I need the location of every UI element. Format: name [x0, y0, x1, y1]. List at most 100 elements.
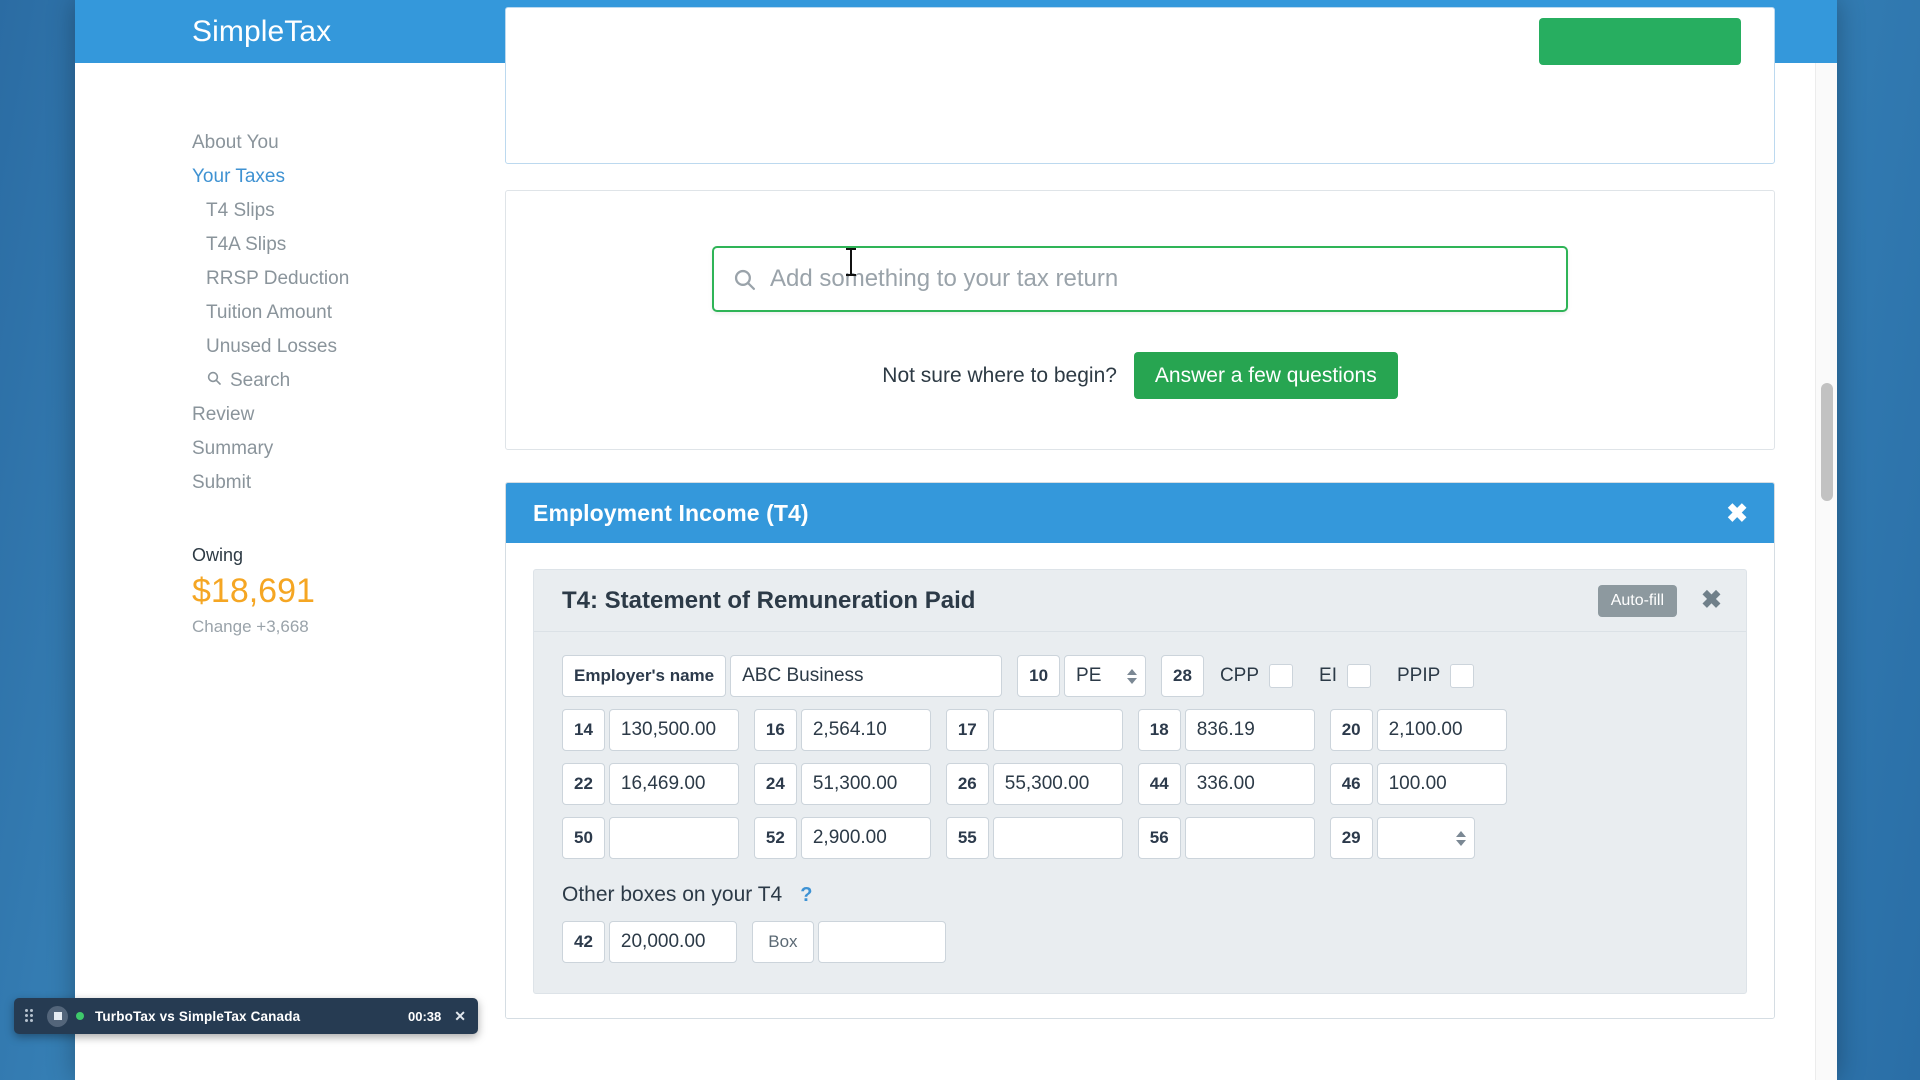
- box-number-46: 46: [1330, 763, 1373, 805]
- other-box-number-input[interactable]: Box: [752, 921, 814, 963]
- other-boxes-header: Other boxes on your T4 ?: [562, 883, 1718, 907]
- box-input-16[interactable]: 2,564.10: [801, 709, 931, 751]
- t4-slip: T4: Statement of Remuneration Paid Auto-…: [533, 569, 1747, 994]
- box-number-29: 29: [1330, 817, 1373, 859]
- box-number-28: 28: [1161, 655, 1204, 697]
- box-input-50[interactable]: [609, 817, 739, 859]
- screen-recorder-widget[interactable]: TurboTax vs SimpleTax Canada 00:38 ✕: [14, 998, 478, 1034]
- owing-amount: $18,691: [192, 568, 405, 614]
- close-icon[interactable]: ✕: [454, 1008, 466, 1025]
- slip-header: T4: Statement of Remuneration Paid Auto-…: [534, 570, 1746, 632]
- box-number-26: 26: [946, 763, 989, 805]
- sidebar-item-review[interactable]: Review: [75, 398, 405, 432]
- box-input-56[interactable]: [1185, 817, 1315, 859]
- sidebar-item-unused-losses[interactable]: Unused Losses: [75, 330, 405, 364]
- panel-header: Employment Income (T4) ✖: [506, 483, 1774, 543]
- stop-icon[interactable]: [47, 1006, 68, 1027]
- box-number-22: 22: [562, 763, 605, 805]
- panel-title: Employment Income (T4): [533, 500, 809, 527]
- box-input-29[interactable]: [1377, 817, 1475, 859]
- panel-close-icon[interactable]: ✖: [1726, 500, 1748, 526]
- begin-helper-text: Not sure where to begin?: [882, 364, 1117, 388]
- stepper-icon: [1127, 669, 1137, 684]
- box-number-14: 14: [562, 709, 605, 751]
- scrollbar-thumb[interactable]: [1821, 383, 1833, 501]
- clipped-primary-button[interactable]: [1539, 18, 1741, 65]
- box-input-26[interactable]: 55,300.00: [993, 763, 1123, 805]
- slip-row-2: 22 16,469.00 24 51,300.00 26 55,300.00 4…: [562, 763, 1718, 805]
- ppip-label: PPIP: [1397, 665, 1440, 687]
- box-input-22[interactable]: 16,469.00: [609, 763, 739, 805]
- sidebar-item-t4-slips[interactable]: T4 Slips: [75, 194, 405, 228]
- box-input-17[interactable]: [993, 709, 1123, 751]
- employer-name-label: Employer's name: [562, 655, 726, 697]
- box-input-44[interactable]: 336.00: [1185, 763, 1315, 805]
- province-select[interactable]: PE: [1064, 655, 1146, 697]
- other-box-input-42[interactable]: 20,000.00: [609, 921, 737, 963]
- slip-row-3: 50 52 2,900.00 55 56 29: [562, 817, 1718, 859]
- slip-close-icon[interactable]: ✖: [1701, 588, 1722, 613]
- sidebar-search-label: Search: [230, 364, 290, 398]
- slip-title: T4: Statement of Remuneration Paid: [562, 587, 975, 615]
- sidebar-item-summary[interactable]: Summary: [75, 432, 405, 466]
- slip-row-1: 14 130,500.00 16 2,564.10 17 18 836.19 2…: [562, 709, 1718, 751]
- exempt-checkbox-group: CPP EI PPIP: [1220, 664, 1474, 688]
- province-value: PE: [1076, 665, 1101, 687]
- auto-fill-button[interactable]: Auto-fill: [1598, 585, 1677, 617]
- owing-label: Owing: [192, 542, 405, 568]
- search-input[interactable]: Add something to your tax return: [712, 246, 1568, 312]
- box-input-24[interactable]: 51,300.00: [801, 763, 931, 805]
- answer-questions-button[interactable]: Answer a few questions: [1134, 352, 1398, 399]
- box-number-18: 18: [1138, 709, 1181, 751]
- sidebar-item-t4a-slips[interactable]: T4A Slips: [75, 228, 405, 262]
- ei-label: EI: [1319, 665, 1337, 687]
- recorder-timer: 00:38: [408, 1009, 441, 1024]
- other-box-value-input[interactable]: [818, 921, 946, 963]
- box-input-14[interactable]: 130,500.00: [609, 709, 739, 751]
- ppip-checkbox[interactable]: [1450, 664, 1474, 688]
- box-number-16: 16: [754, 709, 797, 751]
- browser-window: SimpleTax Allison’s 2017 tax return: [75, 0, 1837, 1080]
- other-box-number-42: 42: [562, 921, 605, 963]
- page-content: About You Your Taxes T4 Slips T4A Slips …: [75, 63, 1837, 1080]
- employer-name-input[interactable]: ABC Business: [730, 655, 1002, 697]
- question-mark-icon[interactable]: ?: [800, 884, 812, 907]
- search-placeholder: Add something to your tax return: [770, 265, 1118, 293]
- box-number-10: 10: [1017, 655, 1060, 697]
- box-input-18[interactable]: 836.19: [1185, 709, 1315, 751]
- box-input-55[interactable]: [993, 817, 1123, 859]
- sidebar-item-search[interactable]: Search: [75, 364, 405, 398]
- box-number-50: 50: [562, 817, 605, 859]
- other-boxes-row: 42 20,000.00 Box: [562, 921, 1718, 963]
- add-to-return-card: Add something to your tax return Not sur…: [505, 190, 1775, 450]
- drag-handle-icon[interactable]: [25, 1009, 36, 1023]
- previous-card-clipped: [505, 7, 1775, 164]
- sidebar-item-rrsp-deduction[interactable]: RRSP Deduction: [75, 262, 405, 296]
- vertical-scrollbar[interactable]: [1815, 63, 1837, 1080]
- box-number-55: 55: [946, 817, 989, 859]
- sidebar-item-your-taxes[interactable]: Your Taxes: [75, 160, 405, 194]
- cpp-label: CPP: [1220, 665, 1259, 687]
- recorder-title: TurboTax vs SimpleTax Canada: [95, 1009, 300, 1024]
- recording-status-dot: [76, 1012, 84, 1020]
- begin-helper-row: Not sure where to begin? Answer a few qu…: [882, 352, 1397, 399]
- search-icon: [206, 364, 222, 398]
- stepper-icon: [1456, 831, 1466, 846]
- ei-checkbox[interactable]: [1347, 664, 1371, 688]
- sidebar-item-tuition-amount[interactable]: Tuition Amount: [75, 296, 405, 330]
- sidebar-item-about-you[interactable]: About You: [75, 126, 405, 160]
- cpp-checkbox[interactable]: [1269, 664, 1293, 688]
- sidebar: About You Your Taxes T4 Slips T4A Slips …: [75, 63, 405, 640]
- box-input-20[interactable]: 2,100.00: [1377, 709, 1507, 751]
- box-input-52[interactable]: 2,900.00: [801, 817, 931, 859]
- brand-logo[interactable]: SimpleTax: [192, 15, 331, 49]
- desktop-background: SimpleTax Allison’s 2017 tax return: [0, 0, 1920, 1080]
- box-number-44: 44: [1138, 763, 1181, 805]
- slip-body: Employer's name ABC Business 10 PE: [534, 632, 1746, 993]
- box-input-46[interactable]: 100.00: [1377, 763, 1507, 805]
- sidebar-item-submit[interactable]: Submit: [75, 466, 405, 500]
- slip-row-employer: Employer's name ABC Business 10 PE: [562, 655, 1718, 697]
- box-number-52: 52: [754, 817, 797, 859]
- search-field-wrapper: Add something to your tax return: [712, 246, 1568, 312]
- panel-body: T4: Statement of Remuneration Paid Auto-…: [506, 543, 1774, 1018]
